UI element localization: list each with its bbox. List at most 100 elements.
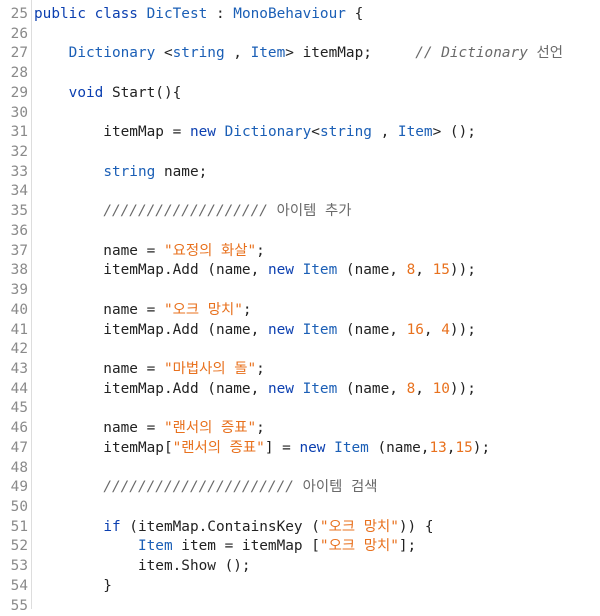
line-number: 29	[10, 84, 28, 101]
code-line[interactable]: 52 Item item = itemMap ["오크 망치"];	[0, 537, 600, 557]
code-token: name =	[34, 301, 164, 318]
code-line[interactable]: 40 name = "오크 망치";	[0, 301, 600, 321]
code-line[interactable]: 38 itemMap.Add (name, new Item (name, 8,…	[0, 261, 600, 281]
code-line[interactable]: 33 string name;	[0, 163, 600, 183]
code-line[interactable]: 46 name = "랜서의 증표";	[0, 419, 600, 439]
line-number: 49	[10, 479, 28, 496]
code-text: name = "요정의 화살";	[34, 242, 265, 262]
code-line[interactable]: 55	[0, 597, 600, 616]
type-token: string	[172, 45, 225, 62]
code-text: itemMap.Add (name, new Item (name, 16, 4…	[34, 321, 476, 341]
code-line[interactable]: 26	[0, 25, 600, 45]
code-text: itemMap.Add (name, new Item (name, 8, 15…	[34, 261, 476, 281]
string-literal: "요정의 화살"	[163, 242, 257, 259]
code-line[interactable]: 45	[0, 399, 600, 419]
line-number: 35	[10, 203, 28, 220]
string-literal: "랜서의 증표"	[172, 439, 265, 456]
type-token: DicTest	[146, 6, 208, 22]
code-line[interactable]: 42	[0, 340, 600, 360]
code-line[interactable]: 43 name = "마법사의 돌";	[0, 360, 600, 380]
code-line[interactable]: 27 Dictionary <string , Item> itemMap; /…	[0, 44, 600, 64]
line-number: 55	[10, 597, 28, 614]
line-number: 34	[10, 183, 28, 200]
line-number: 26	[10, 25, 28, 42]
comment-token: // Dictionary	[415, 45, 537, 62]
line-number: 54	[10, 577, 28, 594]
code-line[interactable]: 25 public class DicTest : MonoBehaviour {	[0, 5, 600, 25]
code-line[interactable]: 44 itemMap.Add (name, new Item (name, 8,…	[0, 380, 600, 400]
type-token: Item	[137, 538, 173, 555]
code-token: :	[207, 6, 234, 22]
code-line[interactable]: 47 itemMap["랜서의 증표"] = new Item (name,13…	[0, 439, 600, 459]
code-token: itemMap.Add (name,	[34, 321, 268, 338]
code-token: > itemMap;	[285, 45, 416, 62]
code-line[interactable]: 36	[0, 222, 600, 242]
code-line[interactable]: 50	[0, 498, 600, 518]
line-number: 46	[10, 420, 28, 437]
keyword-token: new	[267, 321, 294, 338]
code-line[interactable]: 32	[0, 143, 600, 163]
number-literal: 15	[432, 262, 450, 279]
type-token: MonoBehaviour	[233, 6, 346, 22]
comment-token: 선언	[536, 45, 564, 62]
number-literal: 15	[455, 439, 473, 456]
type-token: Item	[397, 124, 433, 141]
code-line[interactable]: 35 /////////////////// 아이템 추가	[0, 202, 600, 222]
code-line[interactable]: 34	[0, 182, 600, 202]
keyword-token: new	[267, 380, 294, 397]
code-token: name =	[34, 242, 164, 259]
code-text: string name;	[34, 163, 207, 183]
code-line[interactable]: 49 ////////////////////// 아이템 검색	[0, 478, 600, 498]
code-token: itemMap =	[34, 124, 190, 141]
code-token: }	[34, 577, 112, 594]
line-number: 48	[10, 459, 28, 476]
comment-token: 아이템 추가	[276, 203, 352, 220]
code-line[interactable]: 54 }	[0, 577, 600, 597]
code-text: if (itemMap.ContainsKey ("오크 망치")) {	[34, 518, 434, 538]
code-token: name;	[155, 163, 208, 180]
code-text: ////////////////////// 아이템 검색	[34, 478, 377, 498]
code-line[interactable]: 48	[0, 459, 600, 479]
code-token: ] =	[264, 439, 300, 456]
code-token: ,	[415, 380, 433, 397]
code-token: (name,	[368, 439, 430, 456]
code-line[interactable]: 53 item.Show ();	[0, 557, 600, 577]
code-token: ));	[449, 380, 476, 397]
line-number: 50	[10, 499, 28, 515]
type-token: string	[319, 124, 372, 141]
code-text: name = "랜서의 증표";	[34, 419, 265, 439]
code-token: item = itemMap [	[172, 538, 320, 555]
string-literal: "마법사의 돌"	[163, 360, 257, 377]
code-token: ,	[423, 321, 442, 338]
code-token: ;	[256, 420, 265, 437]
line-number: 45	[10, 400, 28, 417]
code-text: itemMap = new Dictionary<string , Item> …	[34, 123, 476, 143]
type-token: Item	[250, 45, 286, 62]
code-line[interactable]: 30	[0, 104, 600, 124]
code-line[interactable]: 28	[0, 64, 600, 84]
code-token: (name,	[337, 321, 407, 338]
line-number: 36	[10, 222, 28, 239]
line-number: 39	[10, 282, 28, 299]
code-line[interactable]: 51 if (itemMap.ContainsKey ("오크 망치")) {	[0, 518, 600, 538]
code-token: )) {	[398, 518, 434, 535]
code-line[interactable]: 37 name = "요정의 화살";	[0, 242, 600, 262]
code-token: ,	[371, 124, 398, 141]
code-line[interactable]: 41 itemMap.Add (name, new Item (name, 16…	[0, 321, 600, 341]
comment-token: 아이템 검색	[302, 479, 378, 496]
line-number: 47	[10, 439, 28, 456]
line-number: 51	[10, 518, 28, 535]
code-text: /////////////////// 아이템 추가	[34, 202, 351, 222]
code-editor[interactable]: 25 public class DicTest : MonoBehaviour {…	[0, 0, 600, 614]
code-token: <	[311, 124, 320, 141]
number-literal: 13	[429, 439, 447, 456]
code-line[interactable]: 29 void Start(){	[0, 84, 600, 104]
line-number: 31	[10, 124, 28, 141]
line-number: 41	[10, 321, 28, 338]
code-line[interactable]: 39	[0, 281, 600, 301]
code-line[interactable]: 31 itemMap = new Dictionary<string , Ite…	[0, 123, 600, 143]
code-token: ];	[398, 538, 417, 555]
